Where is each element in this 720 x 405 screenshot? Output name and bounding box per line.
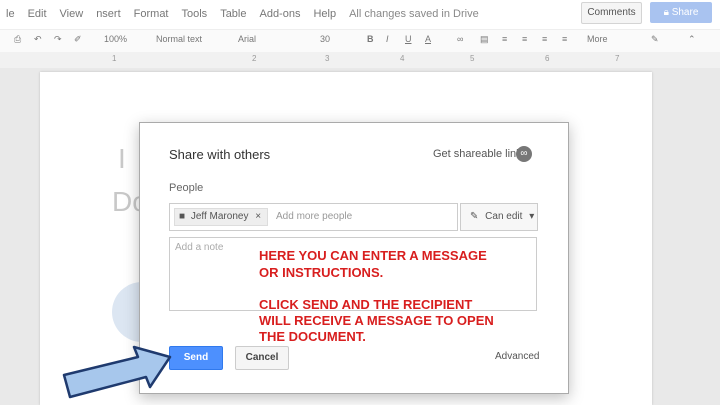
instruction-text: HERE YOU CAN ENTER A MESSAGE OR INSTRUCT… [259,247,487,281]
note-placeholder: Add a note [175,242,224,253]
share-label: Share [671,7,699,18]
instruction-line: CLICK SEND AND THE RECIPIENT [259,297,473,312]
lock-icon: 🔒︎ [663,7,672,18]
link-icon[interactable]: ∞ [516,146,532,162]
font-select[interactable]: Arial [238,34,256,44]
align-justify-icon[interactable]: ≡ [562,34,567,44]
ruler-mark: 6 [545,54,550,63]
ruler-mark: 5 [470,54,475,63]
menu-tools[interactable]: Tools [182,8,208,20]
add-people-placeholder: Add more people [276,211,353,222]
align-left-icon[interactable]: ≡ [502,34,507,44]
remove-icon[interactable]: × [255,211,261,222]
paint-format-icon[interactable]: ✐ [74,34,82,45]
ruler-mark: 7 [615,54,620,63]
cancel-button[interactable]: Cancel [235,346,289,370]
menu-format[interactable]: Format [134,8,169,20]
link-icon[interactable]: ∞ [457,34,463,44]
redo-icon[interactable]: ↷ [54,34,62,45]
collapse-icon[interactable]: ⌃ [688,34,696,45]
pencil-icon[interactable]: ✎ [651,34,659,45]
person-icon: ■ [179,211,186,222]
save-status: All changes saved in Drive [349,8,479,20]
font-size-select[interactable]: 30 [320,34,330,44]
underline-button[interactable]: U [405,34,412,44]
recipient-name: Jeff Maroney [190,211,249,222]
align-right-icon[interactable]: ≡ [542,34,547,44]
ruler-mark: 2 [252,54,257,63]
share-button[interactable]: 🔒︎ Share [650,2,712,23]
menu-bar: le Edit View nsert Format Tools Table Ad… [6,0,492,28]
menu-addons[interactable]: Add-ons [259,8,300,20]
menu-edit[interactable]: Edit [28,8,47,20]
print-icon[interactable]: ⎙ [14,34,21,45]
pencil-icon: ✎ [470,211,479,222]
advanced-link[interactable]: Advanced [495,351,539,362]
recipient-chip[interactable]: ■ Jeff Maroney × [174,208,268,226]
instruction-line: HERE YOU CAN ENTER A MESSAGE [259,248,487,263]
zoom-select[interactable]: 100% [104,34,127,44]
comment-icon[interactable]: ▤ [480,34,489,45]
instruction-line: WILL RECEIVE A MESSAGE TO OPEN [259,313,494,328]
menu-view[interactable]: View [60,8,84,20]
ruler-mark: 1 [112,54,117,63]
comments-button[interactable]: Comments [581,2,642,24]
permission-dropdown[interactable]: ✎ Can edit ▾ [460,203,538,231]
menu-file[interactable]: le [6,8,15,20]
document-heading-fragment: I [118,143,126,174]
chevron-down-icon: ▾ [529,211,535,222]
more-menu[interactable]: More [587,34,608,44]
pointer-arrow-icon [62,345,172,399]
menu-help[interactable]: Help [313,8,336,20]
align-center-icon[interactable]: ≡ [522,34,527,44]
menu-insert[interactable]: nsert [96,8,120,20]
instruction-line: THE DOCUMENT. [259,329,366,344]
dialog-title: Share with others [169,147,271,162]
text-color-button[interactable]: A [425,34,431,44]
menu-table[interactable]: Table [220,8,246,20]
italic-button[interactable]: I [386,34,389,44]
people-label: People [169,182,204,194]
toolbar: ⎙ ↶ ↷ ✐ 100% Normal text Arial 30 B I U … [0,29,720,53]
style-select[interactable]: Normal text [156,34,202,44]
instruction-line: OR INSTRUCTIONS. [259,265,384,280]
ruler: 1 2 3 4 5 6 7 [0,52,720,68]
instruction-text: CLICK SEND AND THE RECIPIENT WILL RECEIV… [259,297,494,345]
permission-label: Can edit [485,211,523,222]
undo-icon[interactable]: ↶ [34,34,42,45]
get-shareable-link[interactable]: Get shareable link [433,148,522,160]
ruler-mark: 4 [400,54,405,63]
bold-button[interactable]: B [367,34,374,44]
ruler-mark: 3 [325,54,330,63]
